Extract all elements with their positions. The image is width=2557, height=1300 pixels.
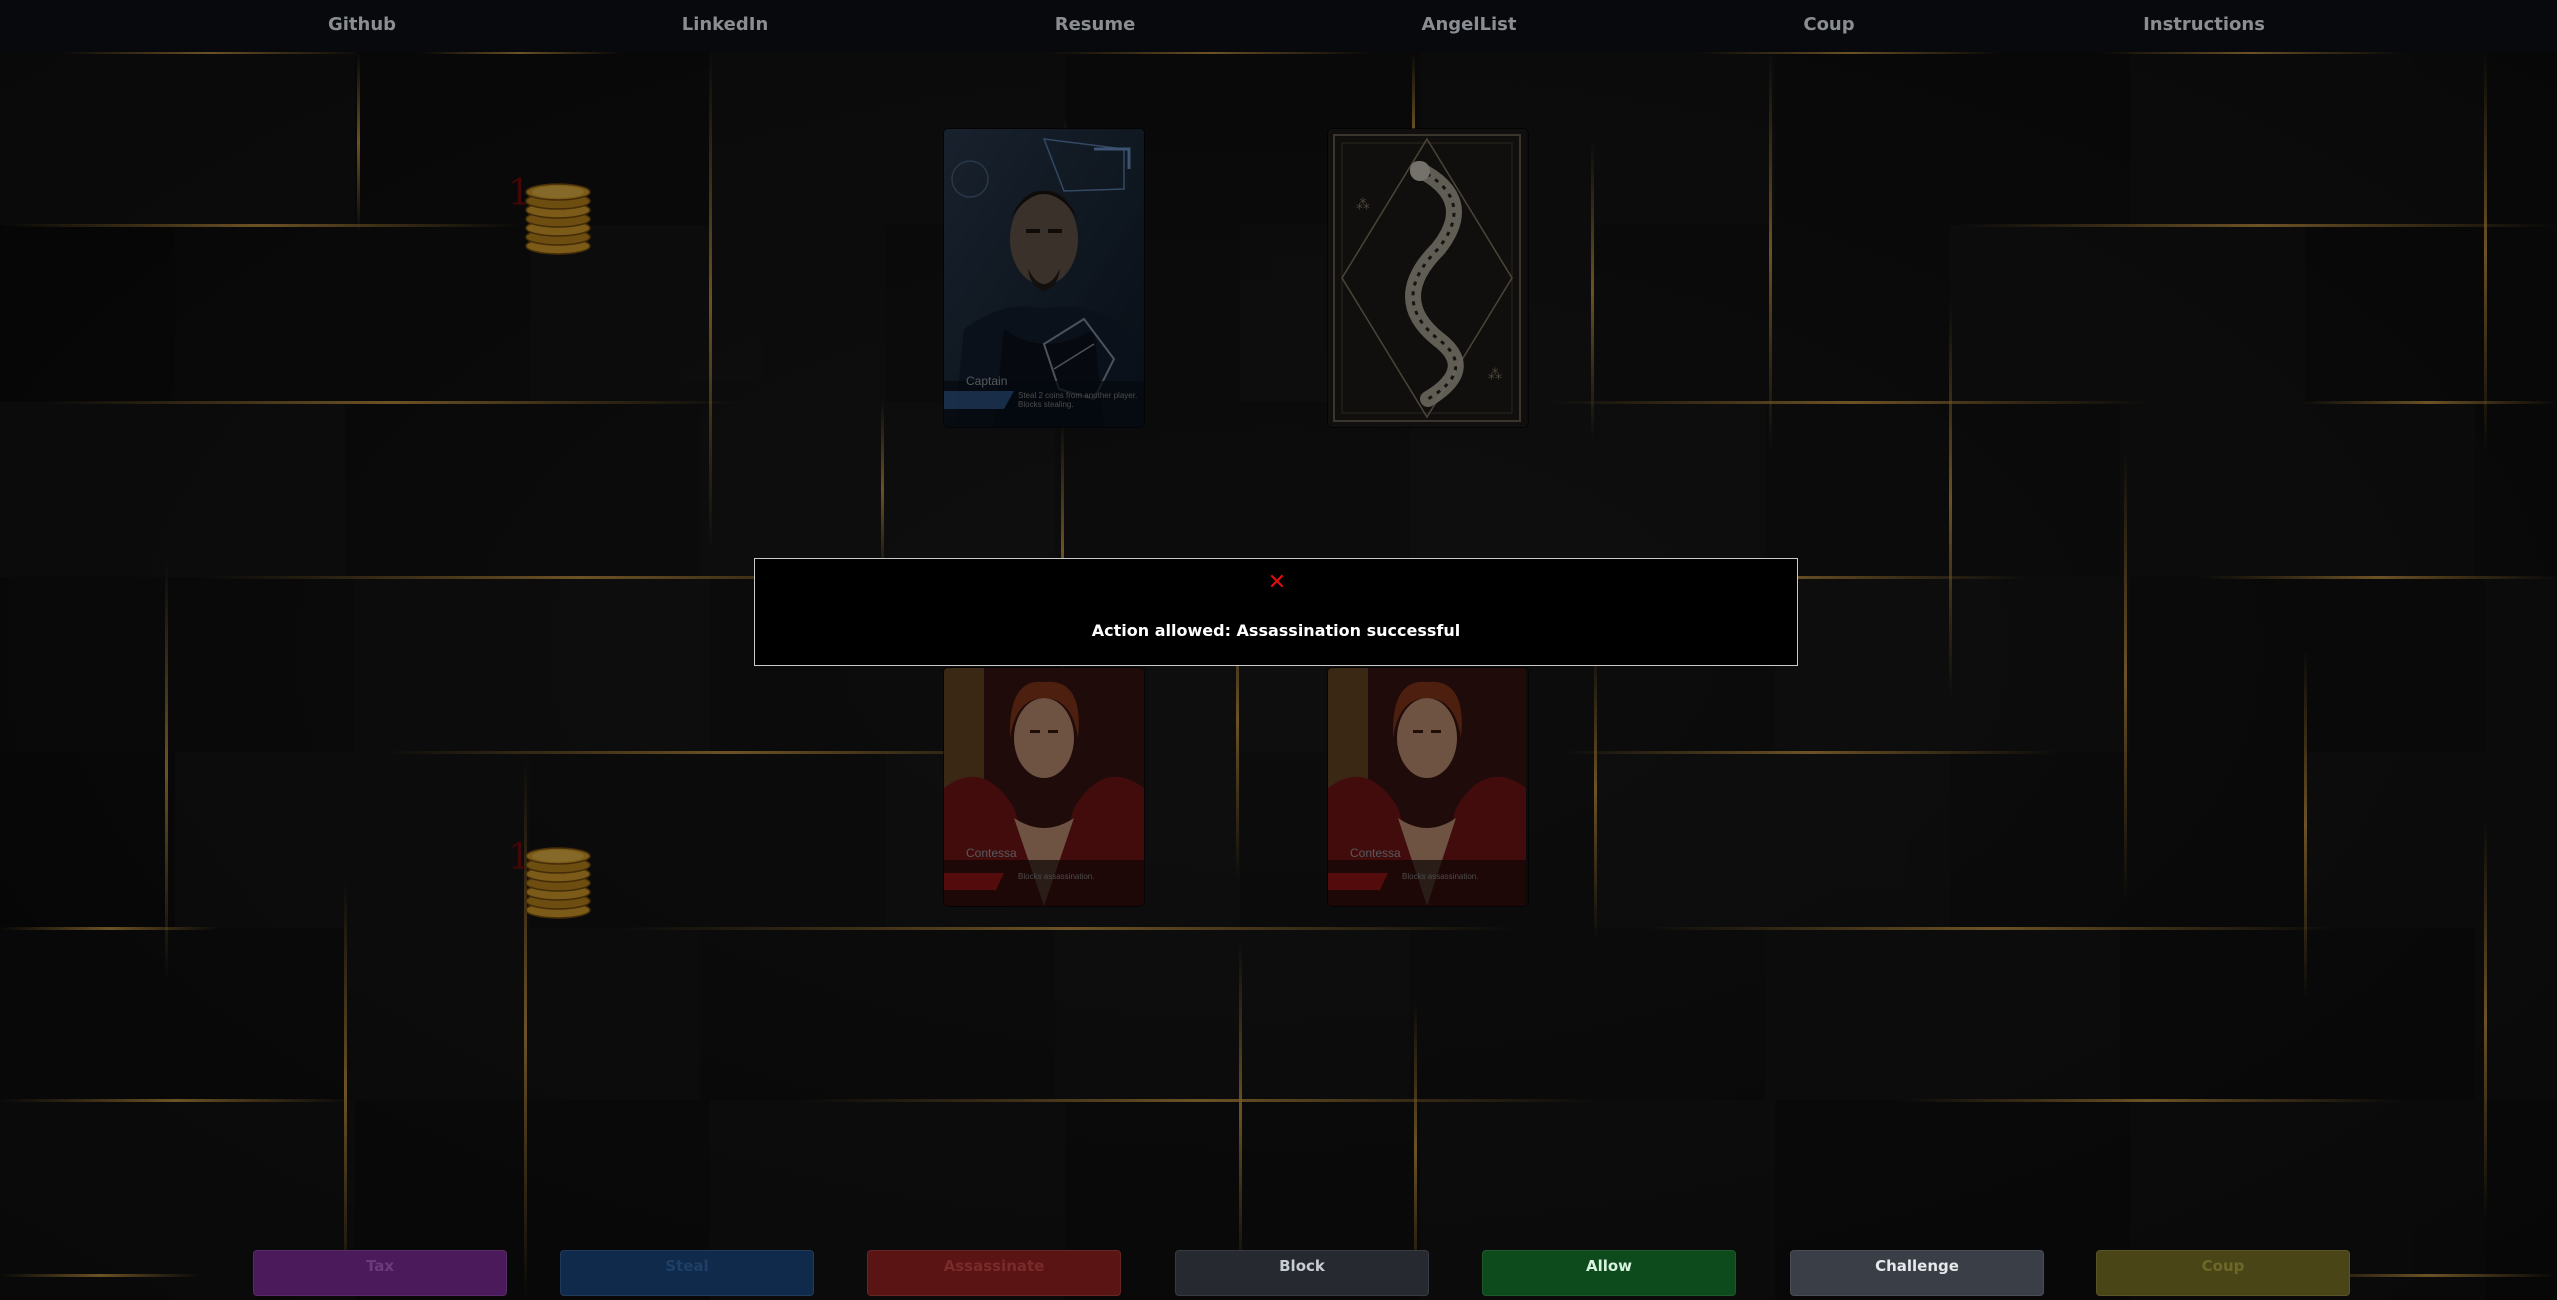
captain-card-description: Steal 2 coins from another player. Block… [1018,391,1138,409]
steal-button[interactable]: Steal [560,1250,814,1296]
contessa-card-description: Blocks assassination. [1402,872,1479,881]
contessa-portrait [1328,668,1526,906]
contessa-card-name: Contessa [966,846,1017,860]
challenge-button[interactable]: Challenge [1790,1250,2044,1296]
nav-link-instructions[interactable]: Instructions [2143,0,2265,52]
svg-text:⁂: ⁂ [1488,367,1502,383]
assassinate-button[interactable]: Assassinate [867,1250,1121,1296]
nav-link-linkedin[interactable]: LinkedIn [682,0,769,52]
card-back-dragon-icon: ⁂ ⁂ [1328,129,1526,427]
block-button[interactable]: Block [1175,1250,1429,1296]
close-icon[interactable]: ✕ [1267,572,1287,594]
contessa-card-description: Blocks assassination. [1018,872,1095,881]
player-card-contessa-1[interactable]: Contessa Blocks assassination. [944,668,1144,906]
nav-link-coup[interactable]: Coup [1803,0,1854,52]
nav-link-resume[interactable]: Resume [1055,0,1136,52]
coup-button[interactable]: Coup [2096,1250,2350,1296]
opponent-card-facedown[interactable]: ⁂ ⁂ [1328,129,1528,427]
contessa-card-name: Contessa [1350,846,1401,860]
player-coin-stack-icon [525,847,591,919]
player-card-contessa-2[interactable]: Contessa Blocks assassination. [1328,668,1528,906]
captain-card-name: Captain [966,374,1008,388]
svg-text:⁂: ⁂ [1356,197,1370,213]
tax-button[interactable]: Tax [253,1250,507,1296]
result-modal: ✕ Action allowed: Assassination successf… [754,558,1798,666]
modal-message: Action allowed: Assassination successful [1091,621,1461,640]
nav-link-angellist[interactable]: AngelList [1422,0,1517,52]
contessa-portrait [944,668,1144,906]
nav-link-github[interactable]: Github [328,0,396,52]
top-navigation: Github LinkedIn Resume AngelList Coup In… [0,0,2557,52]
opponent-card-captain[interactable]: Captain Steal 2 coins from another playe… [944,129,1144,427]
allow-button[interactable]: Allow [1482,1250,1736,1296]
opponent-coin-stack-icon [525,183,591,255]
